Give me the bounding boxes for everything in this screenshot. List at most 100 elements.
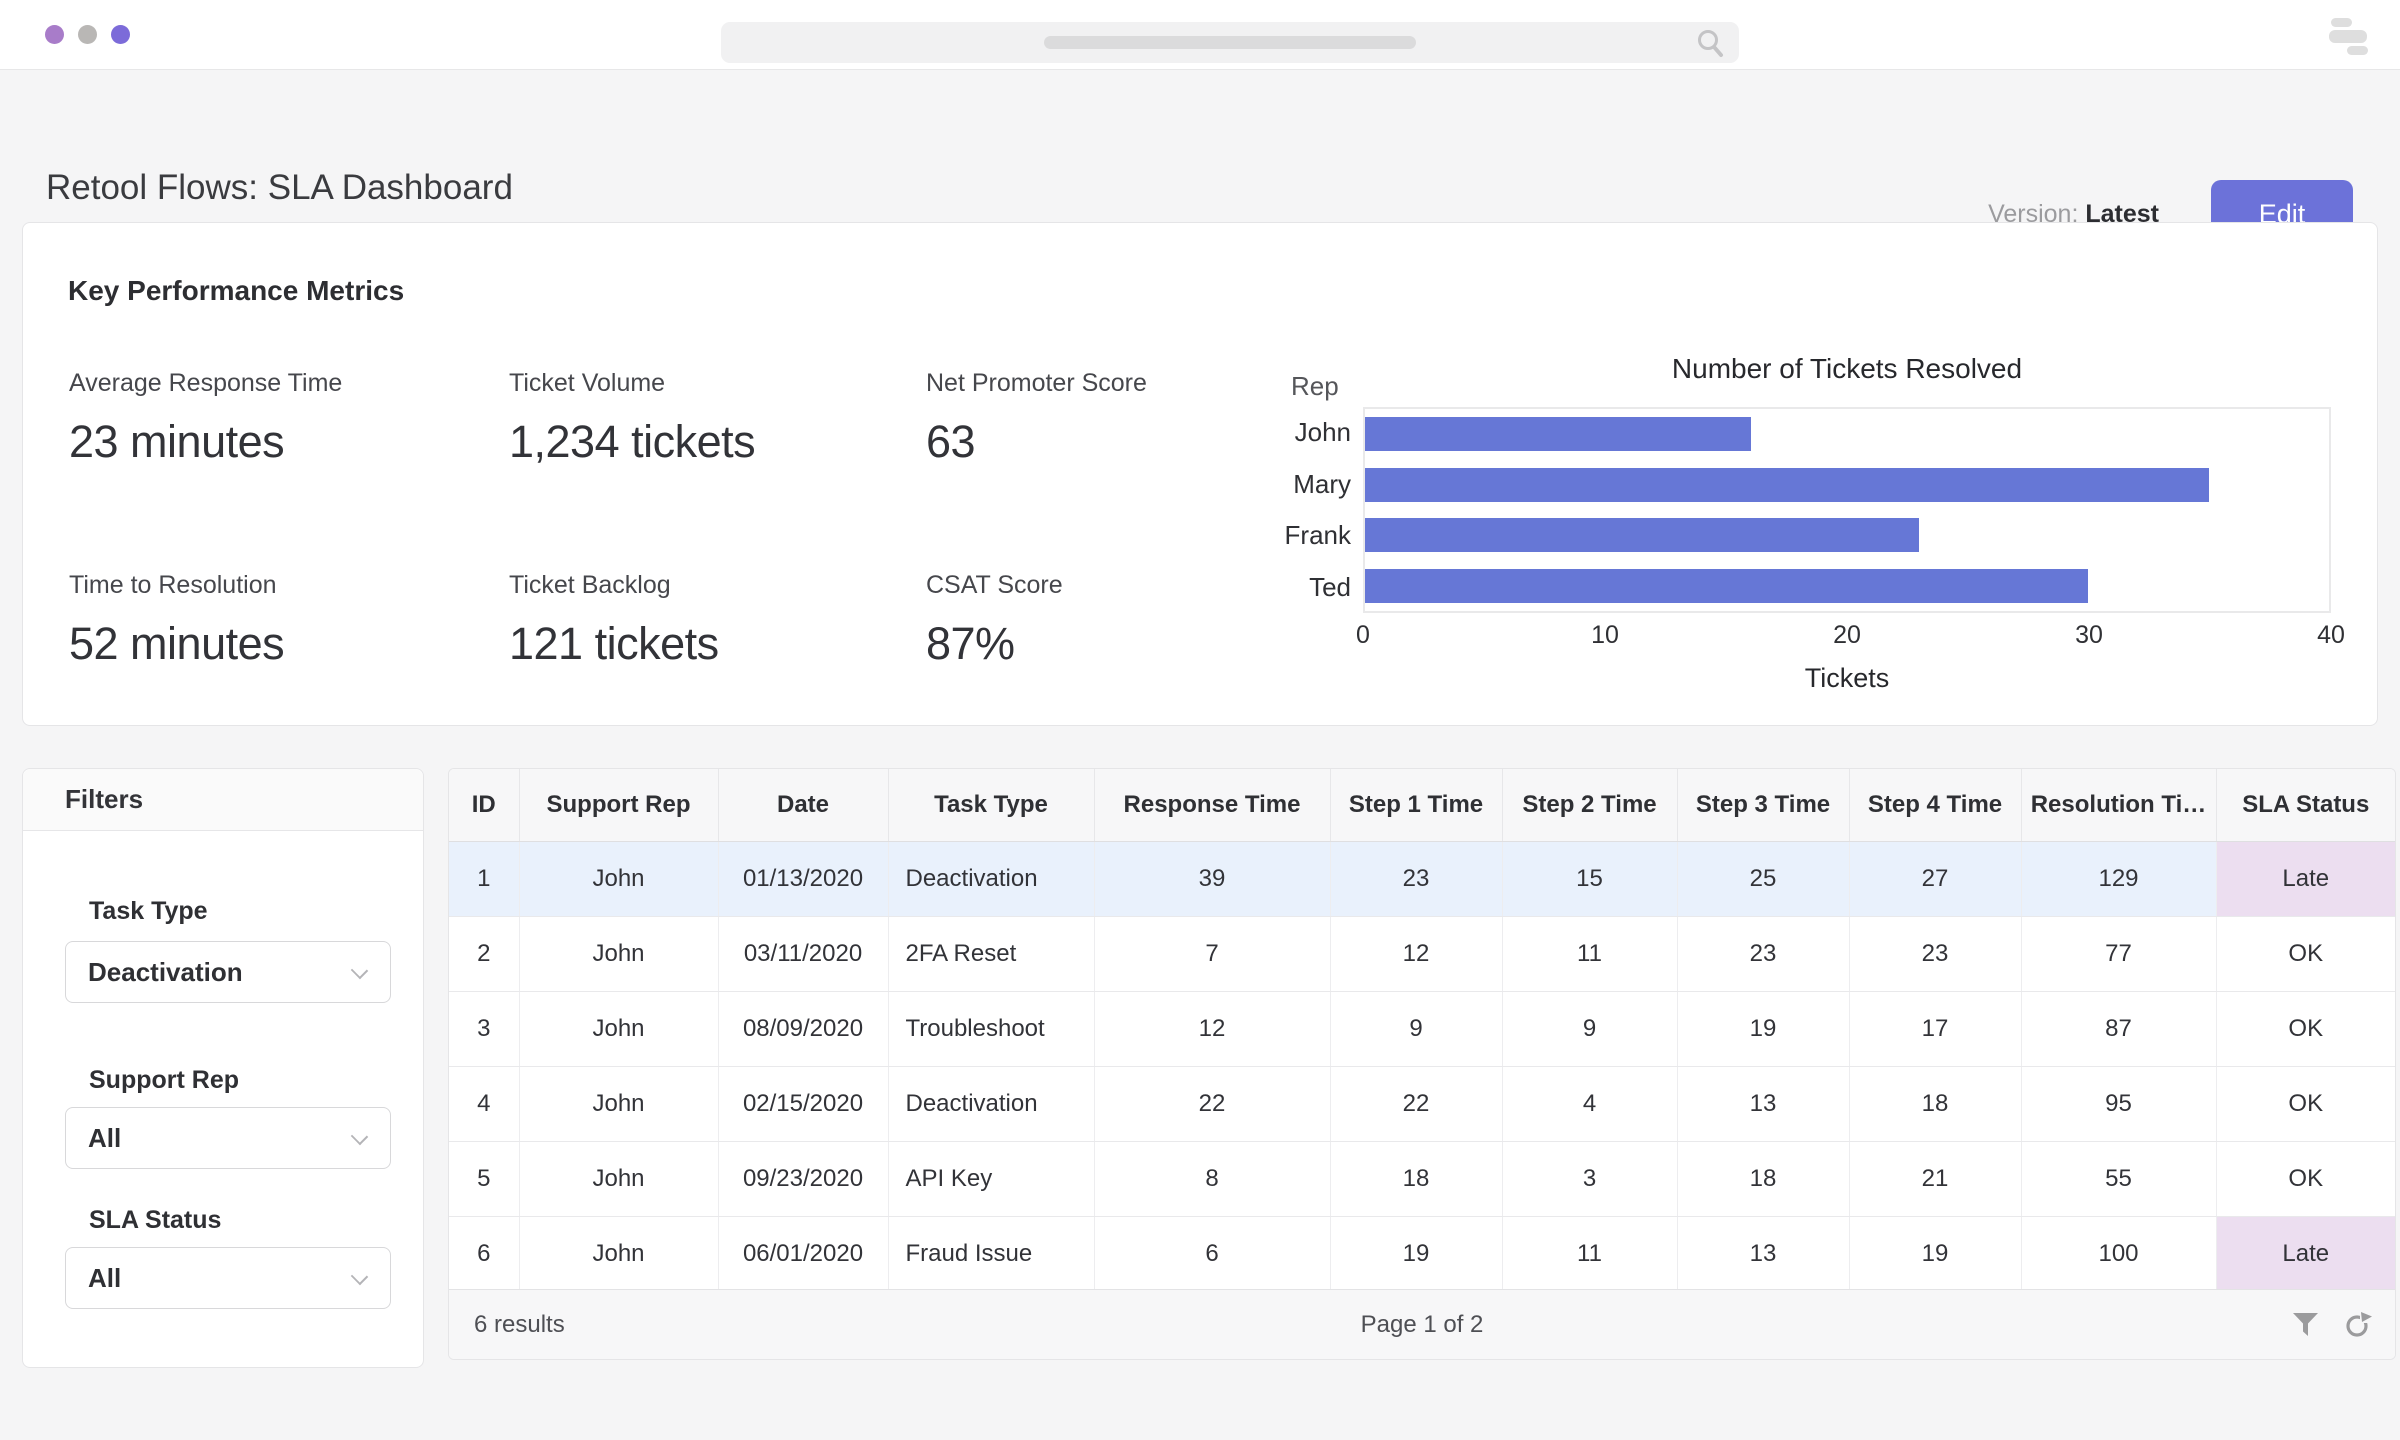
search-icon xyxy=(1695,27,1727,59)
page-header: Retool Flows: SLA Dashboard Version: Lat… xyxy=(0,70,2400,220)
metric-time-to-resolution: Time to Resolution 52 minutes xyxy=(69,571,469,670)
table-row[interactable]: 6 John 06/01/2020 Fraud Issue 6 19 11 13… xyxy=(449,1216,2395,1291)
support-rep-label: Support Rep xyxy=(89,1066,239,1095)
step1-cell: 9 xyxy=(1330,991,1502,1066)
task-type-cell: Troubleshoot xyxy=(888,991,1094,1066)
step3-cell: 13 xyxy=(1677,1216,1849,1291)
chart-x-tick: 30 xyxy=(2075,621,2103,650)
chart-plot-area xyxy=(1363,407,2331,613)
chart-title: Number of Tickets Resolved xyxy=(1363,353,2331,385)
browser-top-bar xyxy=(0,0,2400,70)
step2-cell: 3 xyxy=(1502,1141,1677,1216)
window-controls xyxy=(45,25,130,44)
sla-table: ID Support Rep Date Task Type Response T… xyxy=(449,769,2395,1291)
support-rep-cell: John xyxy=(519,916,718,991)
response-time-cell: 6 xyxy=(1094,1216,1330,1291)
sla-status-cell: OK xyxy=(2216,916,2395,991)
page-indicator: Page 1 of 2 xyxy=(449,1311,2395,1339)
step4-cell: 19 xyxy=(1849,1216,2021,1291)
sla-status-cell: Late xyxy=(2216,841,2395,916)
chevron-down-icon xyxy=(351,1268,368,1285)
chart-category-label: Frank xyxy=(1233,510,1351,562)
refresh-icon[interactable] xyxy=(2343,1311,2373,1339)
column-header-step4[interactable]: Step 4 Time xyxy=(1849,769,2021,841)
support-rep-cell: John xyxy=(519,991,718,1066)
id-cell: 1 xyxy=(449,841,519,916)
response-time-cell: 39 xyxy=(1094,841,1330,916)
menu-icon[interactable] xyxy=(2328,15,2370,55)
column-header-sla-status[interactable]: SLA Status xyxy=(2216,769,2395,841)
chart-x-tick: 20 xyxy=(1833,621,1861,650)
chart-x-axis-ticks: 0 10 20 30 40 xyxy=(1363,621,2331,653)
metric-label: Average Response Time xyxy=(69,369,469,398)
task-type-label: Task Type xyxy=(89,897,208,926)
table-row[interactable]: 4 John 02/15/2020 Deactivation 22 22 4 1… xyxy=(449,1066,2395,1141)
sla-table-card: ID Support Rep Date Task Type Response T… xyxy=(448,768,2396,1360)
chart-bar-frank xyxy=(1365,518,1919,552)
task-type-cell: 2FA Reset xyxy=(888,916,1094,991)
metric-ticket-volume: Ticket Volume 1,234 tickets xyxy=(509,369,909,468)
column-header-step2[interactable]: Step 2 Time xyxy=(1502,769,1677,841)
sla-status-select[interactable]: All xyxy=(65,1247,391,1309)
table-footer: Page 1 of 2 6 results xyxy=(449,1289,2395,1359)
column-header-resolution-time[interactable]: Resolution Ti… xyxy=(2021,769,2216,841)
resolution-cell: 100 xyxy=(2021,1216,2216,1291)
column-header-step1[interactable]: Step 1 Time xyxy=(1330,769,1502,841)
task-type-select[interactable]: Deactivation xyxy=(65,941,391,1003)
date-cell: 01/13/2020 xyxy=(718,841,888,916)
metric-value: 52 minutes xyxy=(69,618,469,670)
step2-cell: 15 xyxy=(1502,841,1677,916)
window-dot-gray[interactable] xyxy=(78,25,97,44)
step3-cell: 19 xyxy=(1677,991,1849,1066)
table-row[interactable]: 5 John 09/23/2020 API Key 8 18 3 18 21 5… xyxy=(449,1141,2395,1216)
metric-label: Net Promoter Score xyxy=(926,369,1326,398)
chart-bar-john xyxy=(1365,417,1751,451)
chart-x-tick: 40 xyxy=(2317,621,2345,650)
sla-status-label: SLA Status xyxy=(89,1206,221,1235)
column-header-step3[interactable]: Step 3 Time xyxy=(1677,769,1849,841)
step1-cell: 18 xyxy=(1330,1141,1502,1216)
column-header-date[interactable]: Date xyxy=(718,769,888,841)
resolution-cell: 55 xyxy=(2021,1141,2216,1216)
table-row[interactable]: 2 John 03/11/2020 2FA Reset 7 12 11 23 2… xyxy=(449,916,2395,991)
id-cell: 2 xyxy=(449,916,519,991)
column-header-response-time[interactable]: Response Time xyxy=(1094,769,1330,841)
window-dot-violet[interactable] xyxy=(111,25,130,44)
step4-cell: 23 xyxy=(1849,916,2021,991)
chart-category-label: Mary xyxy=(1233,459,1351,511)
filter-icon[interactable] xyxy=(2292,1312,2319,1338)
step1-cell: 19 xyxy=(1330,1216,1502,1291)
kpm-title: Key Performance Metrics xyxy=(68,275,404,307)
sla-status-cell: Late xyxy=(2216,1216,2395,1291)
sla-status-cell: OK xyxy=(2216,1066,2395,1141)
chart-x-tick: 10 xyxy=(1591,621,1619,650)
select-value: Deactivation xyxy=(88,957,243,988)
step3-cell: 23 xyxy=(1677,916,1849,991)
chart-category-label: Ted xyxy=(1233,562,1351,614)
column-header-support-rep[interactable]: Support Rep xyxy=(519,769,718,841)
search-bar[interactable] xyxy=(721,22,1739,63)
resolution-cell: 129 xyxy=(2021,841,2216,916)
step4-cell: 17 xyxy=(1849,991,2021,1066)
table-row[interactable]: 3 John 08/09/2020 Troubleshoot 12 9 9 19… xyxy=(449,991,2395,1066)
chart-category-label: John xyxy=(1233,407,1351,459)
support-rep-cell: John xyxy=(519,841,718,916)
chart-bar-mary xyxy=(1365,468,2209,502)
window-dot-purple[interactable] xyxy=(45,25,64,44)
chart-y-axis-label: Rep xyxy=(1291,371,1339,402)
task-type-cell: Deactivation xyxy=(888,1066,1094,1141)
metric-label: Ticket Volume xyxy=(509,369,909,398)
table-row[interactable]: 1 John 01/13/2020 Deactivation 39 23 15 … xyxy=(449,841,2395,916)
metric-label: Ticket Backlog xyxy=(509,571,909,600)
filters-header: Filters xyxy=(23,769,423,831)
step2-cell: 4 xyxy=(1502,1066,1677,1141)
metric-avg-response-time: Average Response Time 23 minutes xyxy=(69,369,469,468)
sla-status-cell: OK xyxy=(2216,991,2395,1066)
response-time-cell: 22 xyxy=(1094,1066,1330,1141)
metric-value: 87% xyxy=(926,618,1326,670)
metric-value: 23 minutes xyxy=(69,416,469,468)
column-header-task-type[interactable]: Task Type xyxy=(888,769,1094,841)
support-rep-select[interactable]: All xyxy=(65,1107,391,1169)
chart-x-axis-label: Tickets xyxy=(1363,663,2331,694)
column-header-id[interactable]: ID xyxy=(449,769,519,841)
